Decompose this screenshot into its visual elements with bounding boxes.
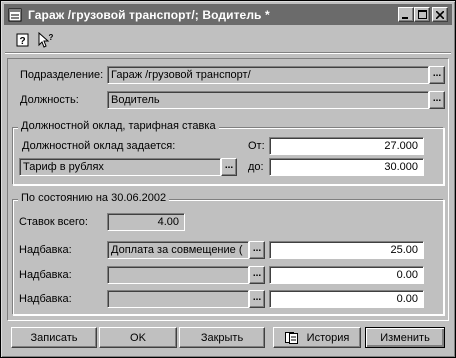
total-rates-label: Ставок всего:	[19, 216, 88, 228]
bonus1-value-input[interactable]: 25.00	[269, 241, 424, 259]
title-bar[interactable]: Гараж /грузовой транспорт/; Водитель *	[4, 4, 452, 25]
to-input[interactable]: 30.000	[269, 158, 424, 176]
total-rates-field: 4.00	[107, 213, 185, 231]
to-label: до:	[248, 161, 264, 173]
form-icon	[7, 7, 23, 23]
bonus1-select-button[interactable]: ...	[249, 241, 265, 259]
department-field[interactable]: Гараж /грузовой транспорт/	[107, 66, 429, 84]
close-window-button[interactable]	[432, 7, 448, 22]
salary-type-field[interactable]: Тариф в рублях	[19, 158, 221, 176]
maximize-button[interactable]	[414, 7, 430, 22]
salary-set-by-label: Должностной оклад задается:	[22, 140, 176, 152]
salary-type-select-button[interactable]: ...	[221, 158, 237, 176]
write-button[interactable]: Записать	[11, 327, 97, 348]
window-title: Гараж /грузовой транспорт/; Водитель *	[28, 7, 270, 22]
department-select-button[interactable]: ...	[429, 66, 445, 84]
bonus2-type-field[interactable]	[107, 266, 249, 284]
svg-text:?: ?	[49, 33, 54, 42]
position-field[interactable]: Водитель	[107, 91, 429, 109]
ok-button[interactable]: OK	[99, 327, 177, 348]
position-label: Должность:	[20, 94, 79, 106]
bonus3-type-field[interactable]	[107, 290, 249, 308]
bonus3-value-input[interactable]: 0.00	[269, 290, 424, 308]
minimize-button[interactable]	[398, 7, 414, 22]
help-icon: ?	[16, 33, 29, 47]
as-of-group-title: По состоянию на 30.06.2002	[18, 192, 170, 204]
dialog-window: Гараж /грузовой транспорт/; Водитель * ?…	[0, 0, 456, 358]
bonus3-select-button[interactable]: ...	[249, 290, 265, 308]
toolbar-separator	[5, 52, 451, 54]
close-icon	[436, 10, 444, 19]
whats-this-button[interactable]: ?	[37, 32, 55, 48]
history-button-label: История	[306, 331, 350, 344]
from-label: От:	[248, 140, 265, 152]
help-button[interactable]: ?	[14, 32, 32, 48]
history-icon	[284, 331, 298, 344]
history-button[interactable]: История	[273, 327, 361, 348]
bonus2-select-button[interactable]: ...	[249, 266, 265, 284]
bonus1-type-field[interactable]: Доплата за совмещение (	[107, 241, 249, 259]
maximize-icon	[417, 10, 427, 19]
svg-text:?: ?	[19, 36, 25, 47]
bonus2-label: Надбавка:	[19, 269, 72, 281]
department-label: Подразделение:	[20, 69, 104, 81]
whats-this-icon: ?	[38, 32, 54, 48]
minimize-icon	[402, 16, 408, 19]
bonus2-value-input[interactable]: 0.00	[269, 266, 424, 284]
bonus1-label: Надбавка:	[19, 244, 72, 256]
salary-group-title: Должностной оклад, тарифная ставка	[18, 120, 219, 132]
change-button[interactable]: Изменить	[365, 327, 445, 348]
close-button[interactable]: Закрыть	[179, 327, 265, 348]
bonus3-label: Надбавка:	[19, 293, 72, 305]
from-input[interactable]: 27.000	[269, 137, 424, 155]
position-select-button[interactable]: ...	[429, 91, 445, 109]
salary-group	[12, 127, 444, 185]
